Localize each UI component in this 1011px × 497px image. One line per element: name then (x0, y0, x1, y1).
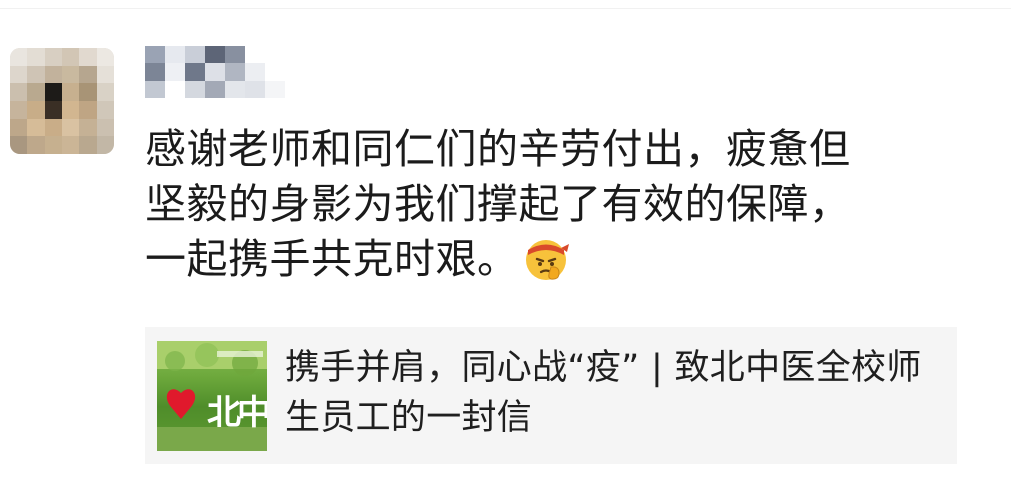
sender-name-mosaic (145, 46, 285, 98)
heart-icon (166, 389, 196, 419)
thumbnail-text: 北中 (207, 393, 267, 433)
article-title: 携手并肩，同心战“疫” | 致北中医全校师生员工的一封信 (285, 348, 922, 438)
top-divider (0, 8, 1011, 9)
facepalm-headband-emoji-icon (521, 233, 571, 283)
shared-article-card[interactable]: 北中 携手并肩，同心战“疫” | 致北中医全校师生员工的一封信 (145, 327, 957, 464)
message-text: 感谢老师和同仁们的辛劳付出，疲惫但 坚毅的身影为我们撑起了有效的保障， 一起携手… (145, 122, 985, 287)
message-text-content: 感谢老师和同仁们的辛劳付出，疲惫但 坚毅的身影为我们撑起了有效的保障， 一起携手… (145, 125, 851, 283)
avatar[interactable] (10, 48, 114, 154)
article-thumbnail: 北中 (157, 341, 267, 451)
